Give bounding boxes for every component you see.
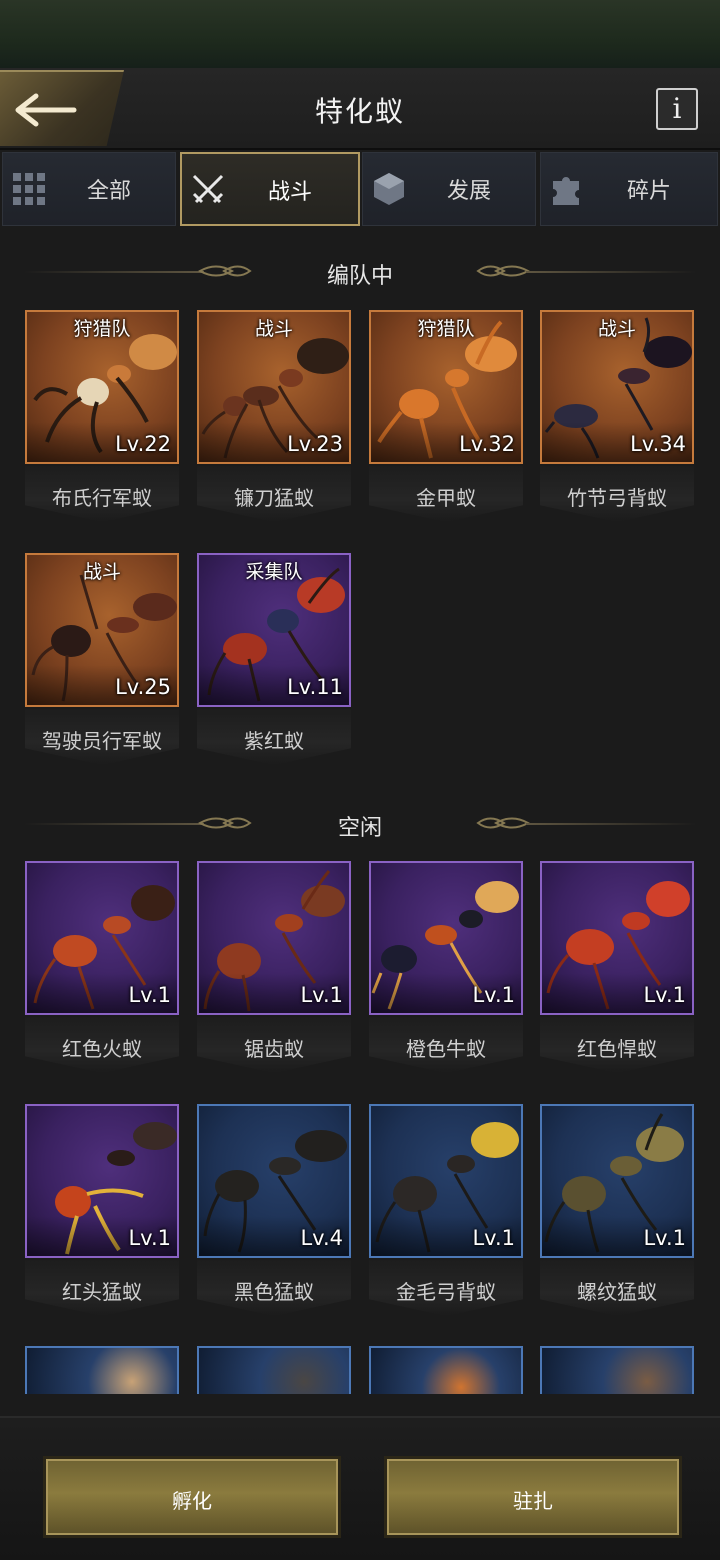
divider-line	[526, 823, 696, 825]
ant-level: Lv.34	[630, 432, 686, 456]
ant-level: Lv.1	[643, 1226, 686, 1250]
leaf-ornament-icon	[476, 265, 530, 277]
ant-card[interactable]: Lv.1 红色悍蚁	[540, 861, 694, 1081]
ant-portrait: Lv.1	[25, 861, 179, 1015]
section-header-idle: 空闲	[0, 804, 720, 844]
ant-portrait: Lv.1	[540, 861, 694, 1015]
ant-name: 红色悍蚁	[577, 1037, 657, 1061]
ant-name: 螺纹猛蚁	[577, 1280, 657, 1304]
ant-card[interactable]: 采集队 Lv.11 紫红蚁	[197, 553, 351, 773]
ant-card[interactable]: Lv.1 红色火蚁	[25, 861, 179, 1081]
ant-level: Lv.25	[115, 675, 171, 699]
ant-portrait: 战斗 Lv.25	[25, 553, 179, 707]
ant-portrait: Lv.1	[197, 861, 351, 1015]
ant-card[interactable]: Lv.1 螺纹猛蚁	[540, 1104, 694, 1324]
ant-team-tag: 战斗	[254, 318, 293, 340]
ant-card-partial[interactable]	[369, 1346, 523, 1394]
ant-level: Lv.1	[643, 983, 686, 1007]
ant-name: 驾驶员行军蚁	[42, 729, 162, 753]
ant-name: 红色火蚁	[62, 1037, 142, 1061]
ant-card[interactable]: 战斗 Lv.34 竹节弓背蚁	[540, 310, 694, 530]
ant-name: 橙色牛蚁	[406, 1037, 486, 1061]
tab-label: 战斗	[267, 180, 312, 205]
ant-name: 锯齿蚁	[244, 1037, 304, 1061]
section-header-in-team: 编队中	[0, 252, 720, 292]
tab-combat[interactable]: 战斗	[180, 152, 360, 226]
ant-team-tag: 战斗	[597, 318, 636, 340]
ant-level: Lv.1	[300, 983, 343, 1007]
ant-name: 黑色猛蚁	[234, 1280, 314, 1304]
ant-card-partial[interactable]	[540, 1346, 694, 1394]
ant-level: Lv.23	[287, 432, 343, 456]
tab-fragments[interactable]: 碎片	[540, 152, 718, 226]
ant-portrait: Lv.4	[197, 1104, 351, 1258]
ant-level: Lv.1	[128, 1226, 171, 1250]
ant-level: Lv.4	[300, 1226, 343, 1250]
ant-card[interactable]: Lv.1 锯齿蚁	[197, 861, 351, 1081]
tab-label: 发展	[446, 179, 491, 204]
ant-level: Lv.1	[472, 983, 515, 1007]
hatch-button-label: 孵化	[172, 1489, 212, 1513]
grid-icon	[13, 173, 45, 205]
ant-card[interactable]: Lv.1 橙色牛蚁	[369, 861, 523, 1081]
ant-level: Lv.1	[472, 1226, 515, 1250]
ant-card-partial[interactable]	[197, 1346, 351, 1394]
station-button[interactable]: 驻扎	[384, 1456, 682, 1538]
ant-portrait: 狩猎队 Lv.32	[369, 310, 523, 464]
puzzle-icon	[553, 177, 579, 205]
ant-team-tag: 采集队	[245, 561, 303, 583]
ant-level: Lv.11	[287, 675, 343, 699]
header-bar: 特化蚁 i	[0, 68, 720, 150]
ant-portrait: Lv.1	[369, 861, 523, 1015]
ant-name: 竹节弓背蚁	[567, 486, 667, 510]
ant-card[interactable]: Lv.1 红头猛蚁	[25, 1104, 179, 1324]
hatch-button[interactable]: 孵化	[43, 1456, 341, 1538]
ant-team-tag: 狩猎队	[417, 318, 475, 340]
ant-team-tag: 战斗	[82, 561, 121, 583]
ant-card-partial[interactable]	[25, 1346, 179, 1394]
ant-portrait: 战斗 Lv.34	[540, 310, 694, 464]
ant-name: 红头猛蚁	[62, 1280, 142, 1304]
ant-card[interactable]: Lv.1 金毛弓背蚁	[369, 1104, 523, 1324]
ant-team-tag: 狩猎队	[73, 318, 131, 340]
category-tabs: 全部 战斗 发展 碎片	[0, 152, 720, 226]
ant-card[interactable]: 狩猎队 Lv.22 布氏行军蚁	[25, 310, 179, 530]
ant-name: 镰刀猛蚁	[234, 486, 314, 510]
section-title: 编队中	[326, 264, 393, 289]
station-button-label: 驻扎	[513, 1489, 553, 1513]
tab-label: 碎片	[626, 179, 671, 204]
ant-level: Lv.22	[115, 432, 171, 456]
ant-card[interactable]: 狩猎队 Lv.32 金甲蚁	[369, 310, 523, 530]
ant-portrait: 战斗 Lv.23	[197, 310, 351, 464]
section-title: 空闲	[337, 816, 382, 841]
top-scenery	[0, 0, 720, 68]
ant-portrait: Lv.1	[369, 1104, 523, 1258]
tab-development[interactable]: 发展	[362, 152, 536, 226]
bottom-action-bar: 孵化 驻扎	[0, 1416, 720, 1560]
partial-card-row	[0, 1346, 720, 1394]
ant-portrait: 狩猎队 Lv.22	[25, 310, 179, 464]
page-title: 特化蚁	[314, 95, 405, 128]
divider-line	[526, 271, 696, 273]
ant-name: 金甲蚁	[416, 486, 476, 510]
ant-level: Lv.32	[459, 432, 515, 456]
ant-card[interactable]: 战斗 Lv.25 驾驶员行军蚁	[25, 553, 179, 773]
ant-portrait: Lv.1	[540, 1104, 694, 1258]
leaf-ornament-icon	[476, 817, 530, 829]
ant-name: 紫红蚁	[244, 729, 304, 753]
ant-level: Lv.1	[128, 983, 171, 1007]
cube-icon	[374, 173, 404, 205]
ant-portrait: 采集队 Lv.11	[197, 553, 351, 707]
ant-name: 金毛弓背蚁	[396, 1280, 496, 1304]
ant-card[interactable]: Lv.4 黑色猛蚁	[197, 1104, 351, 1324]
tab-label: 全部	[86, 179, 131, 204]
crossed-swords-icon	[192, 174, 224, 204]
ant-portrait: Lv.1	[25, 1104, 179, 1258]
info-button[interactable]: i	[656, 88, 698, 130]
ant-name: 布氏行军蚁	[52, 486, 152, 510]
tab-all[interactable]: 全部	[2, 152, 176, 226]
ant-card[interactable]: 战斗 Lv.23 镰刀猛蚁	[197, 310, 351, 530]
